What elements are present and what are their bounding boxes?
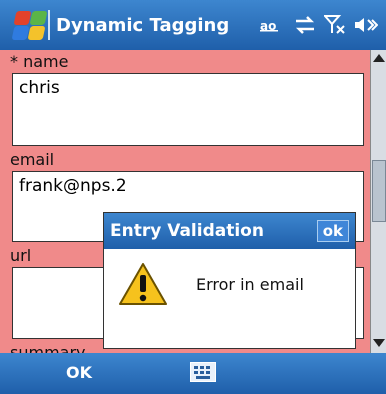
dialog-message: Error in email [196, 274, 304, 294]
vertical-scrollbar[interactable] [370, 50, 386, 353]
bluetooth-ad-hoc-icon[interactable]: ao [260, 18, 286, 32]
name-field[interactable]: chris [12, 73, 364, 146]
email-label: email [10, 150, 55, 169]
dialog-body: Error in email [104, 249, 355, 319]
entry-validation-dialog: Entry Validation ok Error in email [103, 212, 356, 349]
scroll-down-icon[interactable] [373, 339, 385, 347]
volume-icon[interactable] [354, 16, 378, 34]
scroll-thumb[interactable] [372, 160, 386, 222]
status-icons: ao [260, 15, 378, 35]
dialog-ok-button[interactable]: ok [316, 220, 349, 242]
title-bar: Dynamic Tagging ao [0, 0, 386, 50]
windows-start-icon[interactable] [6, 5, 48, 45]
dialog-title-bar: Entry Validation ok [104, 213, 355, 249]
keyboard-icon[interactable] [190, 362, 216, 382]
warning-icon [119, 263, 167, 305]
dialog-title: Entry Validation [110, 221, 264, 241]
connectivity-icon[interactable] [294, 16, 316, 34]
summary-label: summary [10, 343, 86, 353]
scroll-up-icon[interactable] [373, 54, 385, 62]
url-label: url [10, 246, 32, 265]
app-title: Dynamic Tagging [56, 14, 230, 36]
menu-ok-button[interactable]: OK [66, 363, 92, 382]
menu-bar: OK [0, 353, 386, 394]
title-separator [48, 10, 50, 40]
signal-off-icon[interactable] [324, 15, 346, 35]
name-label: * name [10, 52, 69, 71]
